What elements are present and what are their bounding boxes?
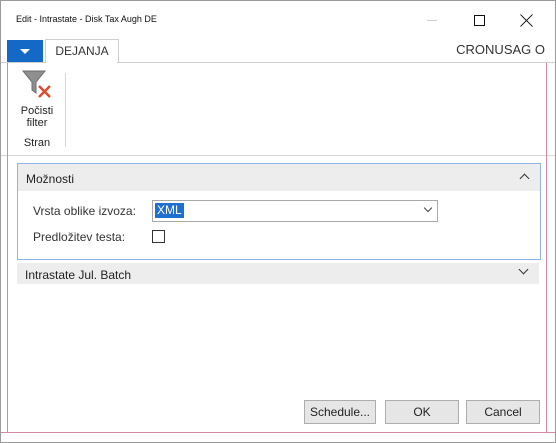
options-section-header[interactable]: Možnosti [18, 164, 540, 191]
export-format-label: Vrsta oblike izvoza: [33, 204, 136, 218]
company-name: CRONUSAG O [456, 42, 545, 57]
ribbon: Počisti filter Stran [1, 63, 555, 155]
ribbon-bottom-divider [1, 155, 555, 156]
test-submission-label: Predložitev testa: [33, 230, 126, 244]
chevron-down-icon[interactable] [518, 264, 529, 275]
window-inner-border-right [546, 63, 547, 433]
ribbon-group-separator [65, 73, 66, 147]
ok-button[interactable]: OK [385, 400, 459, 424]
export-format-value: XML [155, 203, 184, 218]
batch-section-header[interactable]: Intrastate Jul. Batch [17, 263, 539, 284]
minimize-button[interactable] [410, 1, 454, 39]
clear-filter-button[interactable]: Počisti filter [13, 67, 61, 133]
maximize-icon [473, 14, 485, 26]
ribbon-group-label: Stran [23, 137, 51, 149]
app-menu-button[interactable] [7, 40, 43, 62]
window-inner-border-bottom [1, 432, 555, 433]
batch-section-title: Intrastate Jul. Batch [25, 268, 132, 282]
schedule-button[interactable]: Schedule... [304, 400, 376, 424]
maximize-button[interactable] [457, 1, 501, 39]
export-format-select[interactable]: XML [152, 200, 438, 222]
chevron-down-icon [423, 203, 433, 213]
caret-down-icon [20, 48, 30, 54]
title-bar: Edit - Intrastate - Disk Tax Augh DE [1, 1, 555, 39]
chevron-up-icon[interactable] [519, 173, 530, 184]
clear-filter-label-line1: Počisti [20, 105, 54, 117]
close-icon [520, 14, 533, 27]
clear-filter-icon [21, 70, 51, 98]
tab-dejanja[interactable]: DEJANJA [45, 39, 119, 62]
ribbon-tab-row: DEJANJA CRONUSAG O [1, 39, 555, 62]
window-title: Edit - Intrastate - Disk Tax Augh DE [16, 14, 157, 24]
close-button[interactable] [504, 1, 548, 39]
window-inner-border-left [7, 63, 8, 433]
options-section-title: Možnosti [26, 172, 75, 186]
options-section: Možnosti Vrsta oblike izvoza: XML Predlo… [17, 163, 541, 260]
minimize-icon [427, 19, 437, 21]
cancel-button[interactable]: Cancel [466, 400, 540, 424]
test-submission-checkbox[interactable] [152, 230, 165, 243]
clear-filter-label-line2: filter [26, 117, 48, 129]
dialog-window: Edit - Intrastate - Disk Tax Augh DE DEJ… [0, 0, 556, 443]
clear-filter-label: Počisti filter [13, 105, 61, 129]
